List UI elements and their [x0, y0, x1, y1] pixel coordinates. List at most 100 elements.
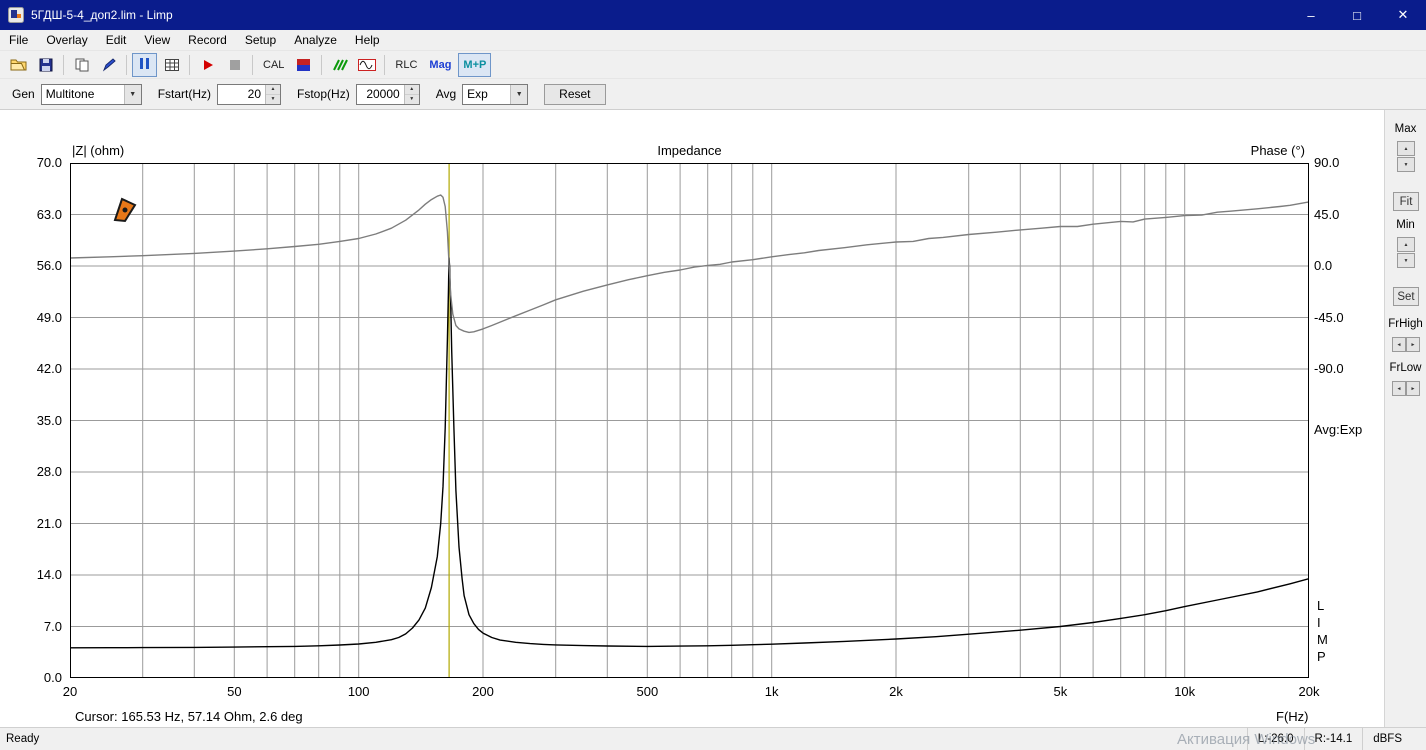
floppy-disk-icon: [39, 58, 52, 71]
menu-bar: File Overlay Edit View Record Setup Anal…: [0, 30, 1426, 51]
menu-item-overlay[interactable]: Overlay: [37, 30, 96, 50]
min-up-button[interactable]: ▲: [1397, 237, 1415, 252]
x-axis-tick: 200: [472, 684, 494, 699]
close-button[interactable]: ✕: [1380, 0, 1426, 30]
x-axis-tick: 50: [227, 684, 242, 699]
app-icon: [8, 7, 24, 23]
menu-item-record[interactable]: Record: [179, 30, 236, 50]
generator-setup-button[interactable]: [291, 53, 316, 77]
toolbar-separator: [189, 54, 190, 75]
x-axis-tick: 1k: [764, 684, 779, 699]
status-units: dBFS: [1362, 728, 1412, 750]
fstop-down-button[interactable]: ▼: [404, 94, 419, 104]
y-axis-right-tick: 0.0: [1314, 258, 1333, 273]
x-axis-tick: 500: [636, 684, 659, 699]
fstop-up-button[interactable]: ▲: [404, 84, 419, 95]
fstart-down-button[interactable]: ▼: [266, 94, 281, 104]
fstart-up-button[interactable]: ▲: [266, 84, 281, 95]
x-axis-tick: 20: [62, 684, 78, 699]
dropdown-arrow-icon[interactable]: ▼: [510, 84, 528, 104]
avg-label: Avg: [435, 87, 457, 101]
menu-item-analyze[interactable]: Analyze: [285, 30, 346, 50]
max-label: Max: [1394, 123, 1417, 135]
frhigh-label: FrHigh: [1388, 318, 1423, 330]
calibrate-button[interactable]: CAL: [258, 53, 289, 77]
y-axis-left-tick: 7.0: [43, 618, 62, 634]
maximize-button[interactable]: □: [1334, 0, 1380, 30]
impedance-chart-panel: |Z| (ohm) Impedance Phase (°) Avg:Exp L …: [0, 110, 1384, 727]
open-file-button[interactable]: [6, 53, 31, 77]
green-stripes-icon: [333, 59, 348, 70]
min-down-button[interactable]: ▼: [1397, 253, 1415, 268]
menu-item-help[interactable]: Help: [346, 30, 389, 50]
frhigh-right-button[interactable]: ►: [1406, 337, 1420, 352]
status-ready: Ready: [6, 733, 40, 745]
gen-label: Gen: [12, 87, 35, 101]
scale-side-panel: Max ▲ ▼ Fit Min ▲ ▼ Set FrHigh ◄ ► FrLow…: [1384, 110, 1426, 727]
rlc-button[interactable]: RLC: [390, 53, 422, 77]
menu-item-setup[interactable]: Setup: [236, 30, 285, 50]
fstart-label: Fstart(Hz): [157, 87, 212, 101]
fstop-label: Fstop(Hz): [297, 87, 350, 101]
y-axis-left-tick: 63.0: [36, 206, 62, 222]
sine-wave-icon: [357, 58, 376, 71]
max-down-button[interactable]: ▼: [1397, 157, 1415, 172]
impedance-plot[interactable]: [70, 163, 1309, 678]
menu-item-edit[interactable]: Edit: [97, 30, 136, 50]
y-axis-left-tick: 42.0: [36, 361, 62, 376]
fit-button[interactable]: Fit: [1393, 192, 1419, 211]
x-axis-unit-label: F(Hz): [1276, 709, 1309, 724]
spectrum-button[interactable]: [327, 53, 352, 77]
dropdown-arrow-icon[interactable]: ▼: [123, 84, 141, 104]
y-axis-left-tick: 28.0: [36, 464, 62, 479]
stop-button[interactable]: [222, 53, 247, 77]
table-view-button[interactable]: [159, 53, 184, 77]
toolbar-separator: [252, 54, 253, 75]
title-bar[interactable]: 5ГДШ-5-4_доп2.lim - Limp – □ ✕: [0, 0, 1426, 30]
phase-axis-title: Phase (°): [1250, 143, 1305, 158]
frlow-label: FrLow: [1389, 362, 1422, 374]
magnitude-phase-button[interactable]: M+P: [458, 52, 492, 77]
generator-bar: Gen Multitone ▼ Fstart(Hz) 20 ▲ ▼ Fstop(…: [0, 79, 1426, 110]
frlow-right-button[interactable]: ►: [1406, 381, 1420, 396]
avg-indicator: Avg:Exp: [1314, 422, 1363, 437]
record-button[interactable]: [195, 53, 220, 77]
y-axis-left-tick: 49.0: [36, 309, 62, 325]
fstart-input[interactable]: 20 ▲ ▼: [217, 83, 282, 105]
copy-button[interactable]: [69, 53, 94, 77]
cursor-readout: Cursor: 165.53 Hz, 57.14 Ohm, 2.6 deg: [75, 709, 303, 724]
pause-icon: [139, 57, 151, 72]
status-right-level: R:-14.1: [1303, 728, 1363, 750]
pause-button[interactable]: [132, 52, 157, 77]
y-axis-left-tick: 35.0: [36, 412, 62, 428]
fstop-input[interactable]: 20000 ▲ ▼: [355, 83, 420, 105]
pen-overlay-button[interactable]: [96, 53, 121, 77]
gen-select[interactable]: Multitone ▼: [40, 83, 142, 105]
x-axis-tick: 5k: [1053, 684, 1068, 699]
set-button[interactable]: Set: [1393, 287, 1419, 306]
toolbar-separator: [63, 54, 64, 75]
toolbar-separator: [321, 54, 323, 75]
frlow-left-button[interactable]: ◄: [1392, 381, 1406, 396]
status-levels: L:-26.0 R:-14.1 dBFS: [1246, 728, 1412, 750]
y-axis-left-tick: 21.0: [36, 515, 62, 531]
minimize-button[interactable]: –: [1288, 0, 1334, 30]
fstop-spinner: ▲ ▼: [403, 84, 419, 104]
avg-select[interactable]: Exp ▼: [462, 83, 529, 105]
magnitude-button[interactable]: Mag: [424, 53, 456, 77]
reset-button[interactable]: Reset: [544, 83, 606, 105]
menu-item-file[interactable]: File: [0, 30, 37, 50]
frhigh-left-button[interactable]: ◄: [1392, 337, 1406, 352]
max-up-button[interactable]: ▲: [1397, 141, 1415, 156]
menu-item-view[interactable]: View: [135, 30, 179, 50]
fstart-spinner: ▲ ▼: [265, 84, 281, 104]
copy-icon: [75, 58, 88, 71]
signal-monitor-button[interactable]: [354, 53, 379, 77]
stop-icon: [229, 59, 240, 70]
x-axis-tick: 100: [347, 684, 370, 699]
pen-marker-icon: [113, 197, 137, 223]
fstart-value[interactable]: 20: [218, 85, 265, 104]
fstop-value[interactable]: 20000: [357, 85, 404, 104]
y-axis-right-tick: -45.0: [1314, 309, 1344, 325]
save-file-button[interactable]: [33, 53, 58, 77]
